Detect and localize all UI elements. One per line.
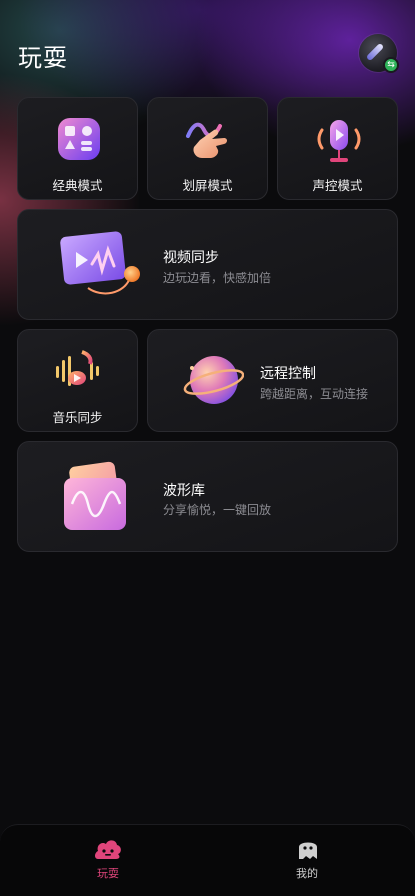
avatar[interactable]: ⇆	[359, 34, 399, 73]
remote-control-card[interactable]: 远程控制 跨越距离，互动连接	[147, 329, 398, 432]
play-icon	[95, 840, 121, 859]
swipe-mode-label: 划屏模式	[182, 178, 233, 193]
remote-control-subtitle: 跨越距离，互动连接	[260, 387, 369, 401]
waveform-library-subtitle: 分享愉悦，一键回放	[163, 503, 272, 517]
pen-icon	[365, 42, 385, 62]
voice-mode-card[interactable]: 声控模式	[277, 97, 398, 200]
page-title: 玩耍	[18, 44, 68, 72]
sync-badge-icon: ⇆	[383, 57, 399, 73]
header: 玩耍 ⇆	[0, 0, 415, 95]
waveform-library-title: 波形库	[163, 483, 205, 499]
video-sync-subtitle: 边玩边看，快感加倍	[163, 271, 272, 285]
waveform-library-card[interactable]: 波形库 分享愉悦，一键回放	[17, 441, 398, 552]
swipe-mode-card[interactable]: 划屏模式	[147, 97, 268, 200]
swipe-hand-icon	[186, 122, 227, 158]
tab-play-label: 玩耍	[97, 867, 119, 880]
video-sync-card[interactable]: 视频同步 边玩边看，快感加倍	[17, 209, 398, 320]
remote-control-title: 远程控制	[260, 366, 316, 382]
tab-play[interactable]: 玩耍	[48, 825, 168, 896]
bottom-nav: 玩耍 我的	[0, 824, 415, 896]
planet-icon	[183, 356, 244, 404]
music-sync-label: 音乐同步	[52, 410, 103, 425]
classic-mode-icon	[58, 118, 100, 160]
tab-mine[interactable]: 我的	[247, 825, 367, 896]
microphone-icon	[317, 120, 361, 162]
ghost-profile-icon	[299, 842, 317, 859]
waveform-folder-icon	[64, 461, 126, 530]
video-sync-title: 视频同步	[163, 250, 219, 266]
tab-mine-label: 我的	[296, 867, 318, 880]
music-note-icon	[56, 350, 99, 386]
voice-mode-label: 声控模式	[312, 178, 363, 193]
classic-mode-label: 经典模式	[52, 178, 103, 193]
video-sync-icon	[60, 231, 140, 295]
music-sync-card[interactable]: 音乐同步	[17, 329, 138, 432]
classic-mode-card[interactable]: 经典模式	[17, 97, 138, 200]
